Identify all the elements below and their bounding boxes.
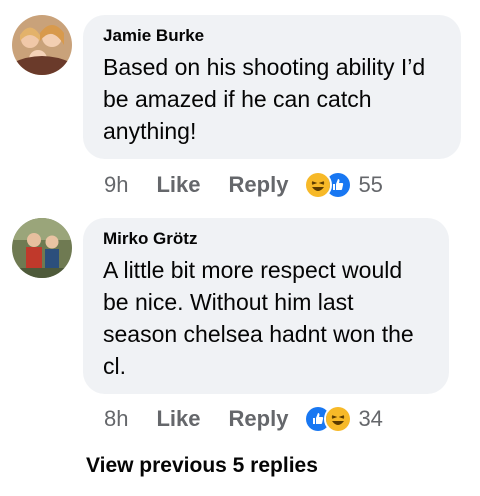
avatar-jamie-burke[interactable] (12, 15, 72, 75)
comment-bubble: Jamie Burke Based on his shooting abilit… (83, 15, 461, 159)
view-previous-replies-link[interactable]: View previous 5 replies (86, 454, 318, 478)
comment-time[interactable]: 9h (104, 172, 128, 198)
reaction-summary[interactable]: 34 (304, 405, 383, 433)
haha-icon (324, 405, 353, 433)
reply-button[interactable]: Reply (229, 172, 289, 198)
comment-text: A little bit more respect would be nice.… (103, 257, 414, 379)
haha-icon (304, 171, 333, 199)
comment-author[interactable]: Mirko Grötz (103, 228, 431, 250)
like-button[interactable]: Like (156, 172, 200, 198)
like-button[interactable]: Like (156, 406, 200, 432)
comment-author[interactable]: Jamie Burke (103, 25, 443, 47)
comment-actions: 8h Like Reply 34 (104, 404, 383, 434)
reaction-summary[interactable]: 55 (304, 171, 383, 199)
reaction-count: 55 (358, 172, 383, 197)
avatar-mirko-grotz[interactable] (12, 218, 72, 278)
comment-bubble: Mirko Grötz A little bit more respect wo… (83, 218, 449, 394)
reaction-count: 34 (358, 406, 383, 431)
comment-time[interactable]: 8h (104, 406, 128, 432)
comment-text: Based on his shooting ability I’d be ama… (103, 54, 426, 144)
reply-button[interactable]: Reply (229, 406, 289, 432)
comment-actions: 9h Like Reply 55 (104, 170, 383, 200)
